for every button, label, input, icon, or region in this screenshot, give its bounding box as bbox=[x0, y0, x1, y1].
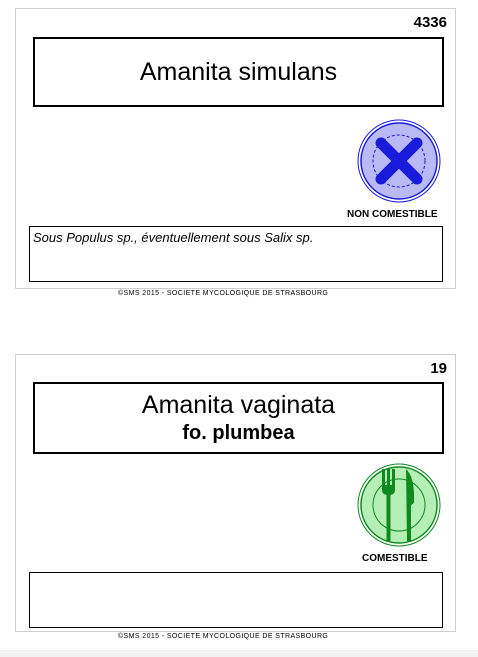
species-card: 4336 Amanita simulans NON COMESTIBLE Sou… bbox=[15, 8, 456, 289]
not-edible-cross-icon bbox=[357, 119, 441, 203]
card-number: 4336 bbox=[413, 14, 447, 31]
species-name: Amanita vaginata bbox=[141, 391, 336, 419]
habitat-box bbox=[29, 572, 443, 628]
copyright-text: ©SMS 2015 - SOCIETE MYCOLOGIQUE DE STRAS… bbox=[118, 290, 329, 297]
habitat-box: Sous Populus sp., éventuellement sous Sa… bbox=[29, 226, 443, 282]
card-number: 19 bbox=[430, 360, 447, 377]
status-label: COMESTIBLE bbox=[362, 553, 428, 564]
species-form: fo. plumbea bbox=[182, 422, 295, 444]
species-title-box: Amanita simulans bbox=[33, 37, 444, 107]
copyright-text: ©SMS 2015 - SOCIETE MYCOLOGIQUE DE STRAS… bbox=[118, 633, 329, 640]
edible-cutlery-icon bbox=[357, 463, 441, 547]
page-bottom-divider bbox=[0, 650, 478, 657]
habitat-text: Sous Populus sp., éventuellement sous Sa… bbox=[33, 230, 314, 245]
species-title-box: Amanita vaginata fo. plumbea bbox=[33, 382, 444, 454]
status-label: NON COMESTIBLE bbox=[347, 209, 438, 220]
species-name: Amanita simulans bbox=[139, 58, 338, 86]
species-card: 19 Amanita vaginata fo. plumbea COMESTIB… bbox=[15, 354, 456, 632]
